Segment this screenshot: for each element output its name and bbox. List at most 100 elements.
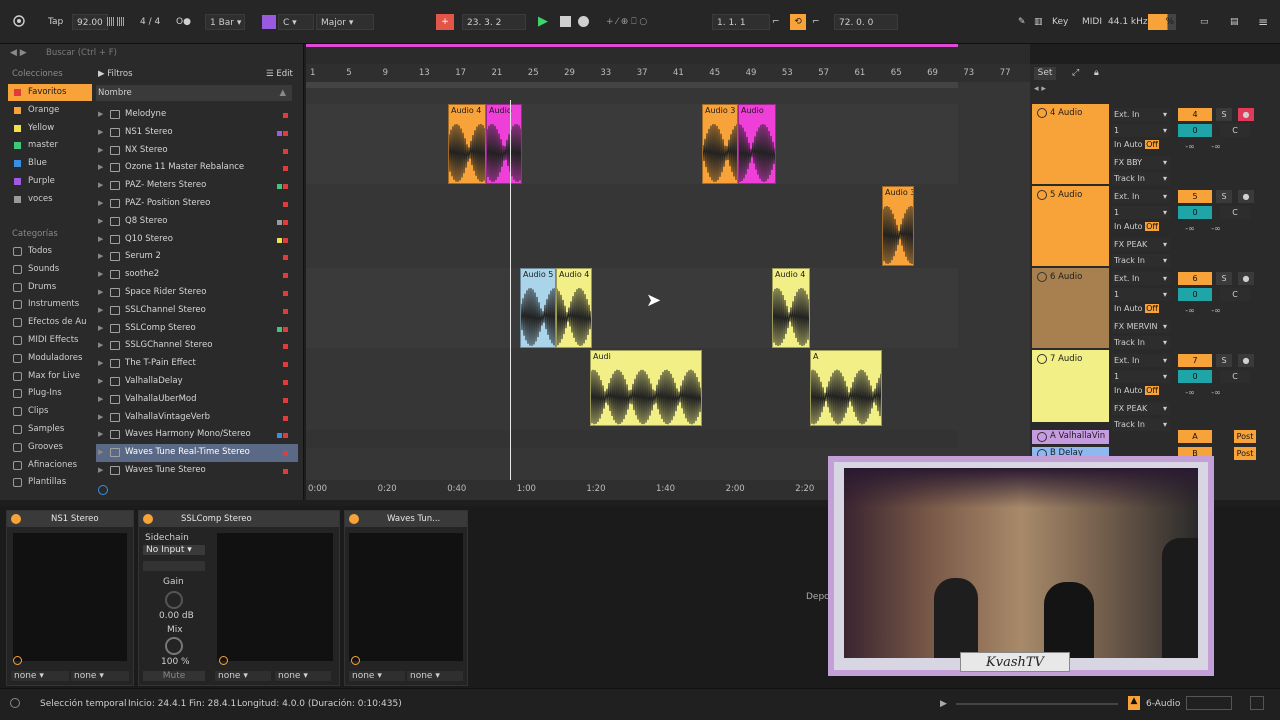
expand-icon[interactable]: ▶ [98,195,103,213]
expand-icon[interactable]: ▶ [98,213,103,231]
lane-5-audio[interactable] [306,186,958,266]
pan-field[interactable]: C [1220,288,1250,301]
browser-list-item[interactable]: ▶ Waves Tune Real-Time Stereo [96,444,298,462]
expand-icon[interactable]: ▶ [98,462,103,480]
io-select-fx[interactable]: FX BBY ▾ [1112,156,1170,169]
power-icon[interactable] [349,514,359,524]
collection-item[interactable]: Purple [8,173,92,190]
browser-list-item[interactable]: ▶ Q8 Stereo [96,213,298,231]
io-select-fx[interactable]: FX MERVIN ▾ [1112,320,1170,333]
midi-map-button[interactable]: MIDI [1082,14,1102,30]
scale-select[interactable]: Major ▾ [316,14,374,30]
filters-button[interactable]: ▶ Filtros [98,69,133,79]
browser-list-item[interactable]: ▶ Waves Tune Stereo [96,462,298,480]
browser-list-item[interactable]: ▶ Q10 Stereo [96,231,298,249]
category-item[interactable]: Grooves [8,439,92,456]
category-item[interactable]: MIDI Effects [8,332,92,349]
browser-list-item[interactable]: ▶ Waves Harmony Mono/Stereo [96,426,298,444]
nudge-icon[interactable]: |||| |||| [106,14,125,30]
browser-list-item[interactable]: ▶ SSLComp Stereo [96,320,298,338]
lane-return-a[interactable] [306,430,958,448]
send-field[interactable]: -∞ [1178,222,1202,235]
audio-clip[interactable]: Audio 3 [702,104,738,184]
expand-icon[interactable]: ▶ [98,177,103,195]
expand-icon[interactable]: ▶ [98,409,103,427]
expand-icon[interactable]: ▶ [98,426,103,444]
preview-icon[interactable] [98,485,108,495]
scale-icon[interactable] [262,15,276,29]
post-button[interactable]: Post [1234,430,1256,443]
mapping-select-2[interactable]: none ▾ [407,671,463,681]
mapping-select-1[interactable]: none ▾ [11,671,69,681]
key-map-button[interactable]: Key [1052,14,1068,30]
track-header[interactable]: 5 Audio [1032,186,1109,266]
collection-item[interactable]: voces [8,191,92,208]
mute-button[interactable]: Mute [143,671,205,681]
category-item[interactable]: Efectos de Au [8,314,92,331]
audio-clip[interactable]: Audio 4 [556,268,592,348]
expand-icon[interactable]: ▶ [98,142,103,160]
category-item[interactable]: Max for Live [8,368,92,385]
overview-strip[interactable] [306,44,1030,64]
send-field[interactable]: -∞ [1178,304,1202,317]
metronome-icon[interactable]: O● [176,14,191,30]
audio-clip[interactable]: Audio 4 [772,268,810,348]
record-icon[interactable] [578,16,589,27]
monitor-row[interactable]: In Auto Off [1114,386,1159,395]
io-select-out[interactable]: Track In ▾ [1112,172,1170,185]
arrangement-view[interactable]: 1 5 9 13 17 21 25 29 33 37 41 45 49 53 57 61 65 69 73 77 Au… [306,64,1030,500]
expand-icon[interactable]: ▶ [98,106,103,124]
plugin-ui[interactable] [349,533,463,661]
device-sslcomp-header[interactable]: SSLComp Stereo [139,511,339,527]
monitor-in[interactable]: In [1114,140,1121,149]
position-field[interactable]: 23. 3. 2 [462,14,526,30]
browser-list-item[interactable]: ▶ NS1 Stereo [96,124,298,142]
mapping-select-2[interactable]: none ▾ [71,671,129,681]
play-small-icon[interactable]: ▶ [940,699,947,709]
browser-list-item[interactable]: ▶ Ozone 11 Master Rebalance [96,159,298,177]
category-item[interactable]: Afinaciones [8,457,92,474]
send-field[interactable]: -∞ [1204,304,1228,317]
monitor-row[interactable]: In Auto Off [1114,140,1159,149]
power-icon[interactable] [11,514,21,524]
quantize-select[interactable]: 1 Bar ▾ [205,14,245,30]
category-item[interactable]: Drums [8,279,92,296]
monitor-row[interactable]: In Auto Off [1114,222,1159,231]
io-select-ch[interactable]: 1 ▾ [1112,124,1170,137]
beat-ruler[interactable]: 1 5 9 13 17 21 25 29 33 37 41 45 49 53 57 61 65 69 73 77 [306,64,1030,82]
browser-list-item[interactable]: ▶ The T-Pain Effect [96,355,298,373]
browser-list-item[interactable]: ▶ ValhallaUberMod [96,391,298,409]
io-select-out[interactable]: Track In ▾ [1112,418,1170,431]
macro-icon[interactable] [219,656,228,665]
monitor-in[interactable]: In [1114,304,1121,313]
io-select-ch[interactable]: 1 ▾ [1112,206,1170,219]
monitor-off[interactable]: Off [1145,386,1159,395]
macro-icon[interactable] [13,656,22,665]
pan-field[interactable]: C [1220,370,1250,383]
monitor-off[interactable]: Off [1145,140,1159,149]
collection-item[interactable]: Orange [8,102,92,119]
audio-clip[interactable]: Audio [486,104,522,184]
send-field[interactable]: -∞ [1204,386,1228,399]
io-select-out[interactable]: Track In ▾ [1112,254,1170,267]
punch-in-icon[interactable]: ⌐ [772,14,780,30]
fold-all-icon[interactable]: ⤢ [1072,68,1079,78]
arm-button[interactable]: ● [1238,190,1254,203]
pan-field[interactable]: C [1220,206,1250,219]
category-item[interactable]: Plantillas [8,474,92,491]
sidechain-select[interactable]: No Input ▾ [143,545,205,555]
loop-start-field[interactable]: 1. 1. 1 [712,14,770,30]
fold-icon[interactable] [1037,432,1047,442]
loop-length-field[interactable]: 72. 0. 0 [834,14,898,30]
send-field[interactable]: -∞ [1204,222,1228,235]
expand-icon[interactable]: ▶ [98,337,103,355]
category-item[interactable]: Moduladores [8,350,92,367]
io-select-in[interactable]: Ext. In ▾ [1112,190,1170,203]
monitor-auto[interactable]: Auto [1124,304,1143,313]
monitor-in[interactable]: In [1114,222,1121,231]
fold-icon[interactable] [1037,108,1047,118]
category-item[interactable]: Todos [8,243,92,260]
send-field[interactable]: -∞ [1204,140,1228,153]
track-activator[interactable]: 7 [1178,354,1212,367]
io-select-fx[interactable]: FX PEAK ▾ [1112,238,1170,251]
